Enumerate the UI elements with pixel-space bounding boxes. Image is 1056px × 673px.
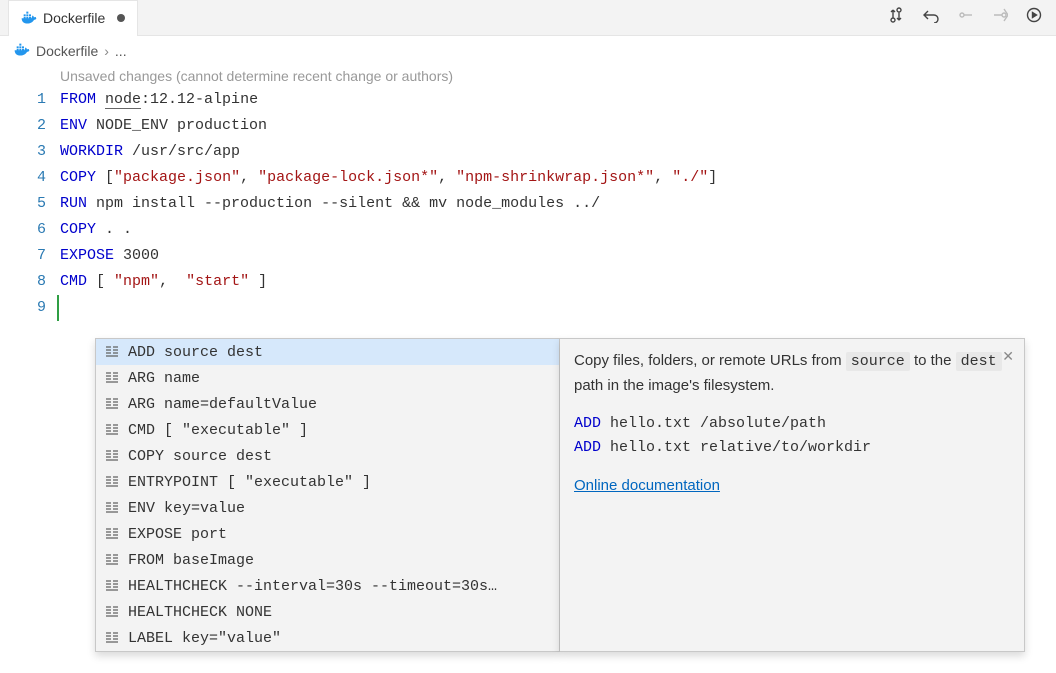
suggestion-documentation: ✕ Copy files, folders, or remote URLs fr… <box>560 338 1025 652</box>
suggestion-item[interactable]: COPY source dest <box>96 443 559 469</box>
suggestion-label: HEALTHCHECK NONE <box>128 604 272 621</box>
suggestion-item[interactable]: HEALTHCHECK --interval=30s --timeout=30s… <box>96 573 559 599</box>
doc-text: Copy files, folders, or remote URLs from… <box>574 349 1010 398</box>
line-number: 8 <box>0 269 46 295</box>
docker-icon <box>14 42 30 59</box>
line-number: 2 <box>0 113 46 139</box>
prev-change-icon[interactable] <box>958 7 974 28</box>
code-line: CMD [ "npm", "start" ] <box>60 269 1056 295</box>
suggestion-label: FROM baseImage <box>128 552 254 569</box>
line-number: 3 <box>0 139 46 165</box>
suggestion-label: ARG name <box>128 370 200 387</box>
next-change-icon[interactable] <box>992 7 1008 28</box>
suggestion-label: ARG name=defaultValue <box>128 396 317 413</box>
suggestion-item[interactable]: FROM baseImage <box>96 547 559 573</box>
suggestion-label: COPY source dest <box>128 448 272 465</box>
suggestion-item[interactable]: ARG name=defaultValue <box>96 391 559 417</box>
compare-changes-icon[interactable] <box>888 7 904 28</box>
tab-filename: Dockerfile <box>43 10 105 26</box>
suggestion-label: ADD source dest <box>128 344 263 361</box>
suggestion-label: EXPOSE port <box>128 526 227 543</box>
code-line: FROM node:12.12-alpine <box>60 87 1056 113</box>
dirty-indicator <box>117 14 125 22</box>
suggestion-item[interactable]: ENV key=value <box>96 495 559 521</box>
suggestion-item[interactable]: ADD source dest <box>96 339 559 365</box>
line-number: 4 <box>0 165 46 191</box>
run-icon[interactable] <box>1026 7 1042 28</box>
suggestion-label: ENV key=value <box>128 500 245 517</box>
doc-example: ADD hello.txt /absolute/path ADD hello.t… <box>574 412 1010 460</box>
code-line: COPY . . <box>60 217 1056 243</box>
editor-actions <box>888 7 1048 28</box>
line-number: 9 <box>0 295 46 321</box>
suggestion-item[interactable]: LABEL key="value" <box>96 625 559 651</box>
suggestion-item[interactable]: EXPOSE port <box>96 521 559 547</box>
line-number: 1 <box>0 87 46 113</box>
breadcrumb-separator: › <box>104 43 109 59</box>
code-line: WORKDIR /usr/src/app <box>60 139 1056 165</box>
suggestion-label: CMD [ "executable" ] <box>128 422 308 439</box>
suggestion-widget: ADD source dest ARG name ARG name=defaultV… <box>95 338 1025 652</box>
cursor <box>57 295 59 321</box>
breadcrumb-filename: Dockerfile <box>36 43 98 59</box>
code-line: RUN npm install --production --silent &&… <box>60 191 1056 217</box>
gutter: 1 2 3 4 5 6 7 8 9 <box>0 65 60 321</box>
line-number: 5 <box>0 191 46 217</box>
suggestion-label: HEALTHCHECK --interval=30s --timeout=30s… <box>128 578 497 595</box>
close-icon[interactable]: ✕ <box>1002 345 1014 367</box>
editor[interactable]: 1 2 3 4 5 6 7 8 9 Unsaved changes (canno… <box>0 65 1056 321</box>
suggestion-item[interactable]: ENTRYPOINT [ "executable" ] <box>96 469 559 495</box>
code-area[interactable]: Unsaved changes (cannot determine recent… <box>60 65 1056 321</box>
suggestion-label: ENTRYPOINT [ "executable" ] <box>128 474 371 491</box>
undo-icon[interactable] <box>922 7 940 28</box>
online-documentation-link[interactable]: Online documentation <box>574 474 720 498</box>
suggestion-item[interactable]: ARG name <box>96 365 559 391</box>
tab-bar: Dockerfile <box>0 0 1056 36</box>
code-line: ENV NODE_ENV production <box>60 113 1056 139</box>
line-number: 6 <box>0 217 46 243</box>
code-line: EXPOSE 3000 <box>60 243 1056 269</box>
suggestion-label: LABEL key="value" <box>128 630 281 647</box>
code-line-current <box>60 295 1056 321</box>
gitlens-annotation: Unsaved changes (cannot determine recent… <box>60 65 1056 87</box>
line-number: 7 <box>0 243 46 269</box>
code-line: COPY ["package.json", "package-lock.json… <box>60 165 1056 191</box>
editor-tab[interactable]: Dockerfile <box>8 0 138 36</box>
suggestion-item[interactable]: CMD [ "executable" ] <box>96 417 559 443</box>
docker-icon <box>21 10 37 27</box>
breadcrumb[interactable]: Dockerfile › ... <box>0 36 1056 65</box>
breadcrumb-ellipsis: ... <box>115 43 127 59</box>
suggestion-item[interactable]: HEALTHCHECK NONE <box>96 599 559 625</box>
suggestion-list[interactable]: ADD source dest ARG name ARG name=defaultV… <box>95 338 560 652</box>
